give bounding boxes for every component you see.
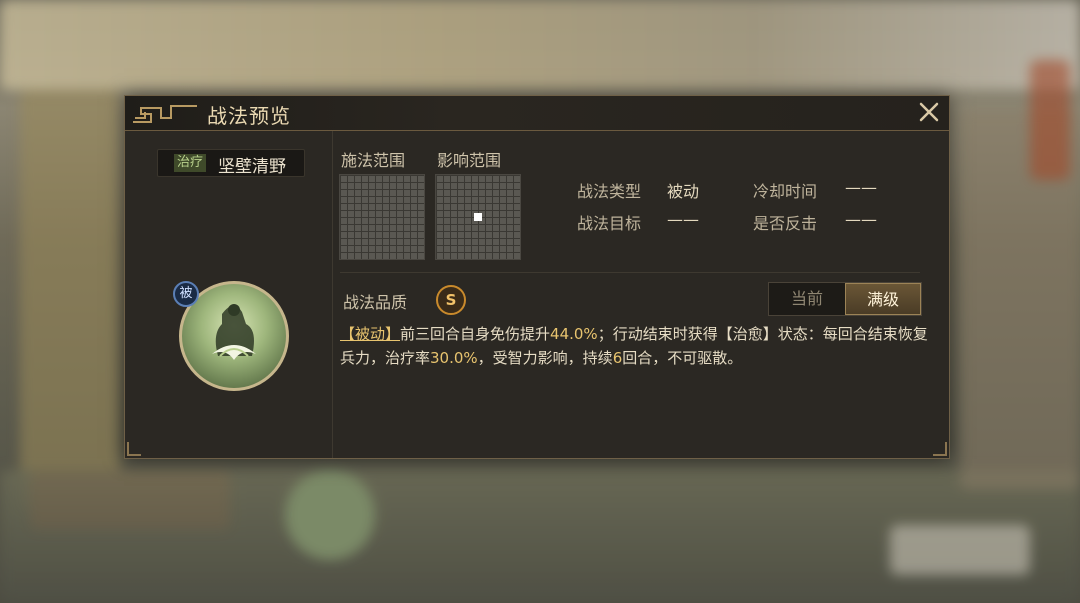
effect-range-label: 影响范围 (437, 151, 502, 170)
skill-tag-heal: 治疗 (174, 154, 207, 172)
desc-number: 44.0% (550, 325, 598, 343)
cooldown-label: 冷却时间 (753, 182, 818, 201)
desc-number: 6 (612, 349, 623, 367)
counterattack-value: —— (845, 210, 877, 229)
desc-keyword-passive: 【被动】 (340, 325, 401, 343)
passive-badge: 被 (173, 281, 199, 307)
desc-number: 30.0% (430, 349, 478, 367)
desc-text: ，受智力影响，持续 (477, 349, 613, 367)
level-toggle: 当前 满级 (768, 282, 922, 316)
dialog-titlebar: 战法预览 (125, 96, 949, 131)
corner-ornament (933, 442, 947, 456)
quality-grade-badge: S (436, 285, 466, 315)
section-divider (340, 272, 920, 273)
desc-text: 回合，不可驱散。 (622, 349, 743, 367)
skill-description: 【被动】前三回合自身免伤提升44.0%；行动结束时获得【治愈】状态：每回合结束恢… (340, 322, 930, 370)
close-icon[interactable] (917, 100, 941, 124)
level-max-button[interactable]: 满级 (845, 283, 921, 315)
dialog-title: 战法预览 (207, 104, 291, 128)
skill-name-box: 治疗 坚壁清野 (157, 149, 305, 177)
skill-summary-pane: 治疗 坚壁清野 被 (125, 131, 333, 458)
skill-preview-dialog: 战法预览 治疗 坚壁清野 被 施法范围 影响范围 战法类型 被动 冷却时间 ——… (124, 95, 950, 459)
cast-range-label: 施法范围 (341, 151, 406, 170)
skill-target-label: 战法目标 (577, 214, 642, 233)
level-current-button[interactable]: 当前 (769, 283, 845, 315)
skill-target-value: —— (667, 210, 699, 229)
cooldown-value: —— (845, 178, 877, 197)
desc-text: 前三回合自身免伤提升 (400, 325, 551, 343)
corner-ornament (127, 442, 141, 456)
counterattack-label: 是否反击 (753, 214, 818, 233)
cast-range-grid (339, 174, 425, 260)
skill-name: 坚壁清野 (218, 157, 286, 177)
title-ornament-icon (133, 105, 197, 123)
effect-range-grid (435, 174, 521, 260)
skill-type-value: 被动 (667, 182, 700, 201)
quality-label: 战法品质 (343, 293, 408, 312)
effect-range-self-cell (474, 213, 482, 221)
skill-type-label: 战法类型 (577, 182, 642, 201)
